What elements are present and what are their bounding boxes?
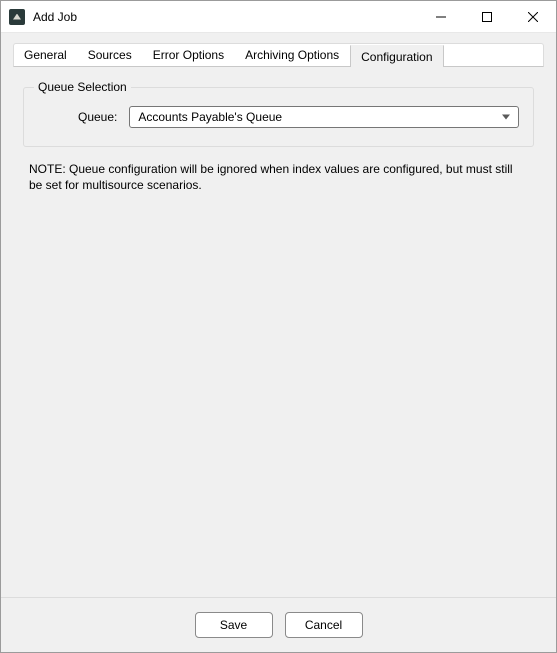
minimize-icon: [436, 12, 446, 22]
titlebar: Add Job: [1, 1, 556, 33]
queue-selection-group: Queue Selection Queue: Accounts Payable'…: [23, 87, 534, 147]
app-icon: [9, 9, 25, 25]
configuration-note: NOTE: Queue configuration will be ignore…: [23, 161, 534, 193]
tab-configuration[interactable]: Configuration: [350, 45, 443, 67]
window-controls: [418, 1, 556, 32]
queue-label: Queue:: [78, 110, 117, 124]
window-title: Add Job: [33, 10, 77, 24]
maximize-button[interactable]: [464, 1, 510, 32]
add-job-window: Add Job General Sources Error Options Ar…: [0, 0, 557, 653]
tab-panel-configuration: Queue Selection Queue: Accounts Payable'…: [13, 67, 544, 585]
tabstrip: General Sources Error Options Archiving …: [13, 43, 544, 67]
tab-archiving-options[interactable]: Archiving Options: [235, 44, 350, 66]
cancel-button[interactable]: Cancel: [285, 612, 363, 638]
maximize-icon: [482, 12, 492, 22]
tab-error-options[interactable]: Error Options: [143, 44, 235, 66]
save-button[interactable]: Save: [195, 612, 273, 638]
tab-general[interactable]: General: [14, 44, 78, 66]
close-button[interactable]: [510, 1, 556, 32]
minimize-button[interactable]: [418, 1, 464, 32]
queue-selection-legend: Queue Selection: [34, 80, 131, 94]
queue-selected-value: Accounts Payable's Queue: [138, 110, 282, 124]
queue-field-row: Queue: Accounts Payable's Queue: [38, 106, 519, 128]
queue-combobox[interactable]: Accounts Payable's Queue: [129, 106, 519, 128]
close-icon: [528, 12, 538, 22]
tab-sources[interactable]: Sources: [78, 44, 143, 66]
content-area: General Sources Error Options Archiving …: [1, 33, 556, 597]
dialog-footer: Save Cancel: [1, 597, 556, 652]
